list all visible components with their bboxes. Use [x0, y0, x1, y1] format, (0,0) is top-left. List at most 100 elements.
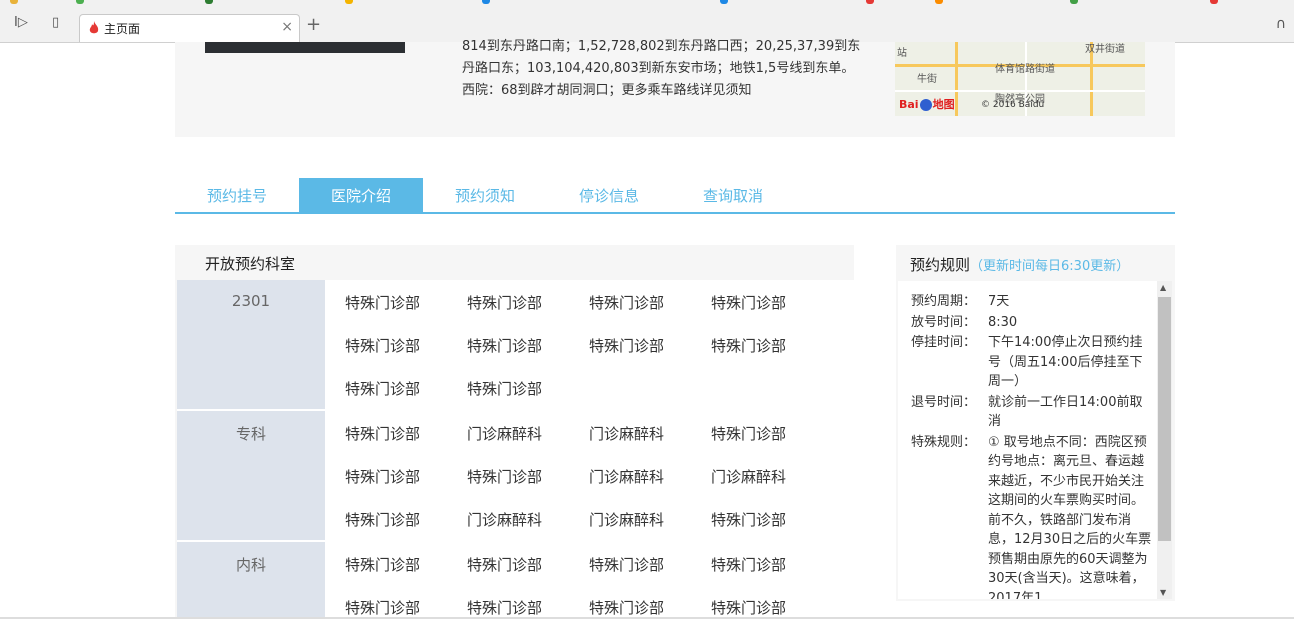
department-link[interactable]: 特殊门诊部	[711, 497, 833, 540]
rule-value: 下午14:00停止次日预约挂号（周五14:00后停挂至下周一）	[988, 335, 1143, 389]
map-label: 站	[897, 48, 907, 59]
department-link[interactable]: 特殊门诊部	[345, 323, 467, 366]
map-label: 双井街道	[1085, 44, 1125, 55]
department-link[interactable]: 特殊门诊部	[467, 280, 589, 323]
rule-entry: 放号时间： 8:30	[898, 313, 1172, 333]
bookmark-icon[interactable]	[205, 0, 213, 4]
hospital-photo	[205, 42, 405, 53]
department-link[interactable]: 特殊门诊部	[345, 542, 467, 585]
department-link[interactable]: 特殊门诊部	[589, 585, 711, 619]
bookmark-icon[interactable]	[1210, 0, 1218, 4]
department-link[interactable]: 门诊麻醉科	[467, 497, 589, 540]
department-items: 特殊门诊部 门诊麻醉科 门诊麻醉科 特殊门诊部 特殊门诊部 特殊门诊部 门诊麻醉科 门诊麻醉科…	[325, 411, 854, 540]
baidu-map-logo: Bai 地图	[899, 98, 955, 111]
rule-value: 7天	[988, 294, 1010, 309]
department-category: 内科	[177, 542, 325, 619]
rules-title-text: 预约规则	[910, 256, 971, 274]
bookmark-icon[interactable]	[935, 0, 943, 4]
department-link[interactable]: 特殊门诊部	[711, 280, 833, 323]
department-link[interactable]: 特殊门诊部	[345, 366, 467, 409]
bus-route-text: 814到东丹路口南；1,52,728,802到东丹路口西；20,25,37,39…	[462, 39, 861, 98]
bookmarks-strip	[0, 0, 1294, 4]
map-label: 牛街	[917, 74, 937, 85]
department-link[interactable]: 门诊麻醉科	[711, 454, 833, 497]
department-link[interactable]: 特殊门诊部	[467, 323, 589, 366]
sidebar-toggle-icon[interactable]: I▷	[14, 15, 28, 30]
department-link[interactable]: 特殊门诊部	[345, 280, 467, 323]
hospital-info-panel: 814到东丹路口南；1,52,728,802到东丹路口西；20,25,37,39…	[175, 39, 1175, 137]
department-link[interactable]: 特殊门诊部	[711, 411, 833, 454]
bookmark-icon[interactable]	[866, 0, 874, 4]
bookmark-icon[interactable]	[482, 0, 490, 4]
department-link[interactable]: 特殊门诊部	[467, 585, 589, 619]
departments-panel: 开放预约科室 2301 特殊门诊部 特殊门诊部 特殊门诊部 特殊门诊部 特殊门诊部 特殊门诊…	[175, 245, 854, 619]
department-link[interactable]: 门诊麻醉科	[589, 454, 711, 497]
section-tabs: 预约挂号 医院介绍 预约须知 停诊信息 查询取消	[175, 178, 1175, 214]
department-group: 内科 特殊门诊部 特殊门诊部 特殊门诊部 特殊门诊部 特殊门诊部 特殊门诊部 特殊门诊部 特殊门…	[177, 542, 854, 619]
department-link[interactable]: 特殊门诊部	[467, 542, 589, 585]
tab-title: 主页面	[104, 22, 141, 36]
tab-query-cancel[interactable]: 查询取消	[671, 178, 795, 212]
department-link[interactable]: 特殊门诊部	[589, 542, 711, 585]
scroll-up-icon[interactable]: ▲	[1160, 283, 1166, 292]
tab-suspension-info[interactable]: 停诊信息	[547, 178, 671, 212]
scroll-down-icon[interactable]: ▼	[1160, 588, 1166, 597]
headset-icon[interactable]: ∩	[1276, 16, 1286, 32]
department-link[interactable]: 特殊门诊部	[589, 280, 711, 323]
department-link[interactable]: 特殊门诊部	[589, 323, 711, 366]
department-items: 特殊门诊部 特殊门诊部 特殊门诊部 特殊门诊部 特殊门诊部 特殊门诊部 特殊门诊部 特殊门诊部…	[325, 280, 854, 409]
tab-hospital-intro[interactable]: 医院介绍	[299, 178, 423, 212]
department-link[interactable]: 特殊门诊部	[345, 585, 467, 619]
department-link[interactable]: 特殊门诊部	[711, 542, 833, 585]
rule-key: 停挂时间：	[911, 335, 977, 350]
department-link[interactable]: 特殊门诊部	[467, 366, 589, 409]
bookmark-icon[interactable]	[10, 0, 18, 4]
rule-key: 放号时间：	[911, 314, 977, 330]
location-map[interactable]: 站 体育馆路街道 牛街 双井街道 陶然亭公园 Bai 地图 © 2016 Baid…	[895, 42, 1145, 116]
rule-entry: 特殊规则： ① 取号地点不同：西院区预约号地点：离元旦、春运越来越近，不少市民开始…	[898, 433, 1172, 600]
department-link[interactable]: 特殊门诊部	[345, 454, 467, 497]
department-link[interactable]: 门诊麻醉科	[467, 411, 589, 454]
department-link[interactable]: 特殊门诊部	[711, 323, 833, 366]
bookmark-icon[interactable]	[1070, 0, 1078, 4]
close-tab-icon[interactable]: ×	[281, 19, 293, 35]
department-link[interactable]: 特殊门诊部	[345, 497, 467, 540]
map-copyright: © 2016 Baidu	[981, 100, 1045, 110]
bookmark-icon[interactable]	[720, 0, 728, 4]
paw-icon	[919, 99, 932, 111]
department-group: 2301 特殊门诊部 特殊门诊部 特殊门诊部 特殊门诊部 特殊门诊部 特殊门诊部 特殊门诊部特…	[177, 280, 854, 411]
rule-key: 退号时间：	[911, 394, 977, 410]
rule-entry: 停挂时间： 下午14:00停止次日预约挂号（周五14:00后停挂至下周一）	[898, 333, 1172, 392]
rule-value: ① 取号地点不同：西院区预约号地点：离元旦、春运越来越近，不少市民开始关注这期间…	[988, 434, 1152, 600]
department-group: 专科 特殊门诊部 门诊麻醉科 门诊麻醉科 特殊门诊部 特殊门诊部 特殊门诊部 门诊麻醉科 门诊麻…	[177, 411, 854, 542]
flame-icon	[89, 21, 99, 34]
rules-title: 预约规则（更新时间每日6:30更新）	[910, 254, 1129, 275]
tab-booking[interactable]: 预约挂号	[175, 178, 299, 212]
department-link[interactable]: 特殊门诊部	[467, 454, 589, 497]
rule-entry: 退号时间： 就诊前一工作日14:00前取消	[898, 393, 1172, 432]
rule-entry: 预约周期： 7天	[898, 292, 1172, 312]
map-label: 体育馆路街道	[995, 64, 1055, 75]
booking-rules-panel: 预约规则（更新时间每日6:30更新） 预约周期： 7天放号时间： 8:30 停挂时间：…	[896, 245, 1175, 601]
tab-booking-notes[interactable]: 预约须知	[423, 178, 547, 212]
browser-tab[interactable]: 主页面 ×	[79, 14, 300, 42]
bookmark-icon[interactable]	[76, 0, 84, 4]
department-link[interactable]: 特殊门诊部	[711, 585, 833, 619]
rules-body: 预约周期： 7天放号时间： 8:30 停挂时间： 下午14:00停止次日预约挂号（周五1…	[898, 281, 1172, 599]
rules-scrollbar[interactable]: ▲ ▼	[1157, 281, 1172, 599]
rules-list: 预约周期： 7天放号时间： 8:30 停挂时间： 下午14:00停止次日预约挂号（周五1…	[898, 281, 1172, 599]
rules-update-note: （更新时间每日6:30更新）	[970, 259, 1130, 274]
department-link[interactable]: 门诊麻醉科	[589, 411, 711, 454]
bookmark-icon[interactable]	[345, 0, 353, 4]
department-link[interactable]: 特殊门诊部	[345, 411, 467, 454]
department-category: 2301	[177, 280, 325, 409]
rule-key: 特殊规则：	[911, 434, 977, 450]
rule-value: 8:30	[988, 314, 1018, 330]
new-tab-icon[interactable]: +	[306, 16, 321, 34]
device-icon[interactable]: ▯	[52, 15, 59, 30]
departments-heading: 开放预约科室	[205, 255, 296, 273]
scrollbar-thumb[interactable]	[1158, 297, 1171, 541]
department-link[interactable]: 门诊麻醉科	[589, 497, 711, 540]
departments-list: 2301 特殊门诊部 特殊门诊部 特殊门诊部 特殊门诊部 特殊门诊部 特殊门诊部 特殊门诊部特…	[177, 280, 854, 619]
department-category: 专科	[177, 411, 325, 540]
